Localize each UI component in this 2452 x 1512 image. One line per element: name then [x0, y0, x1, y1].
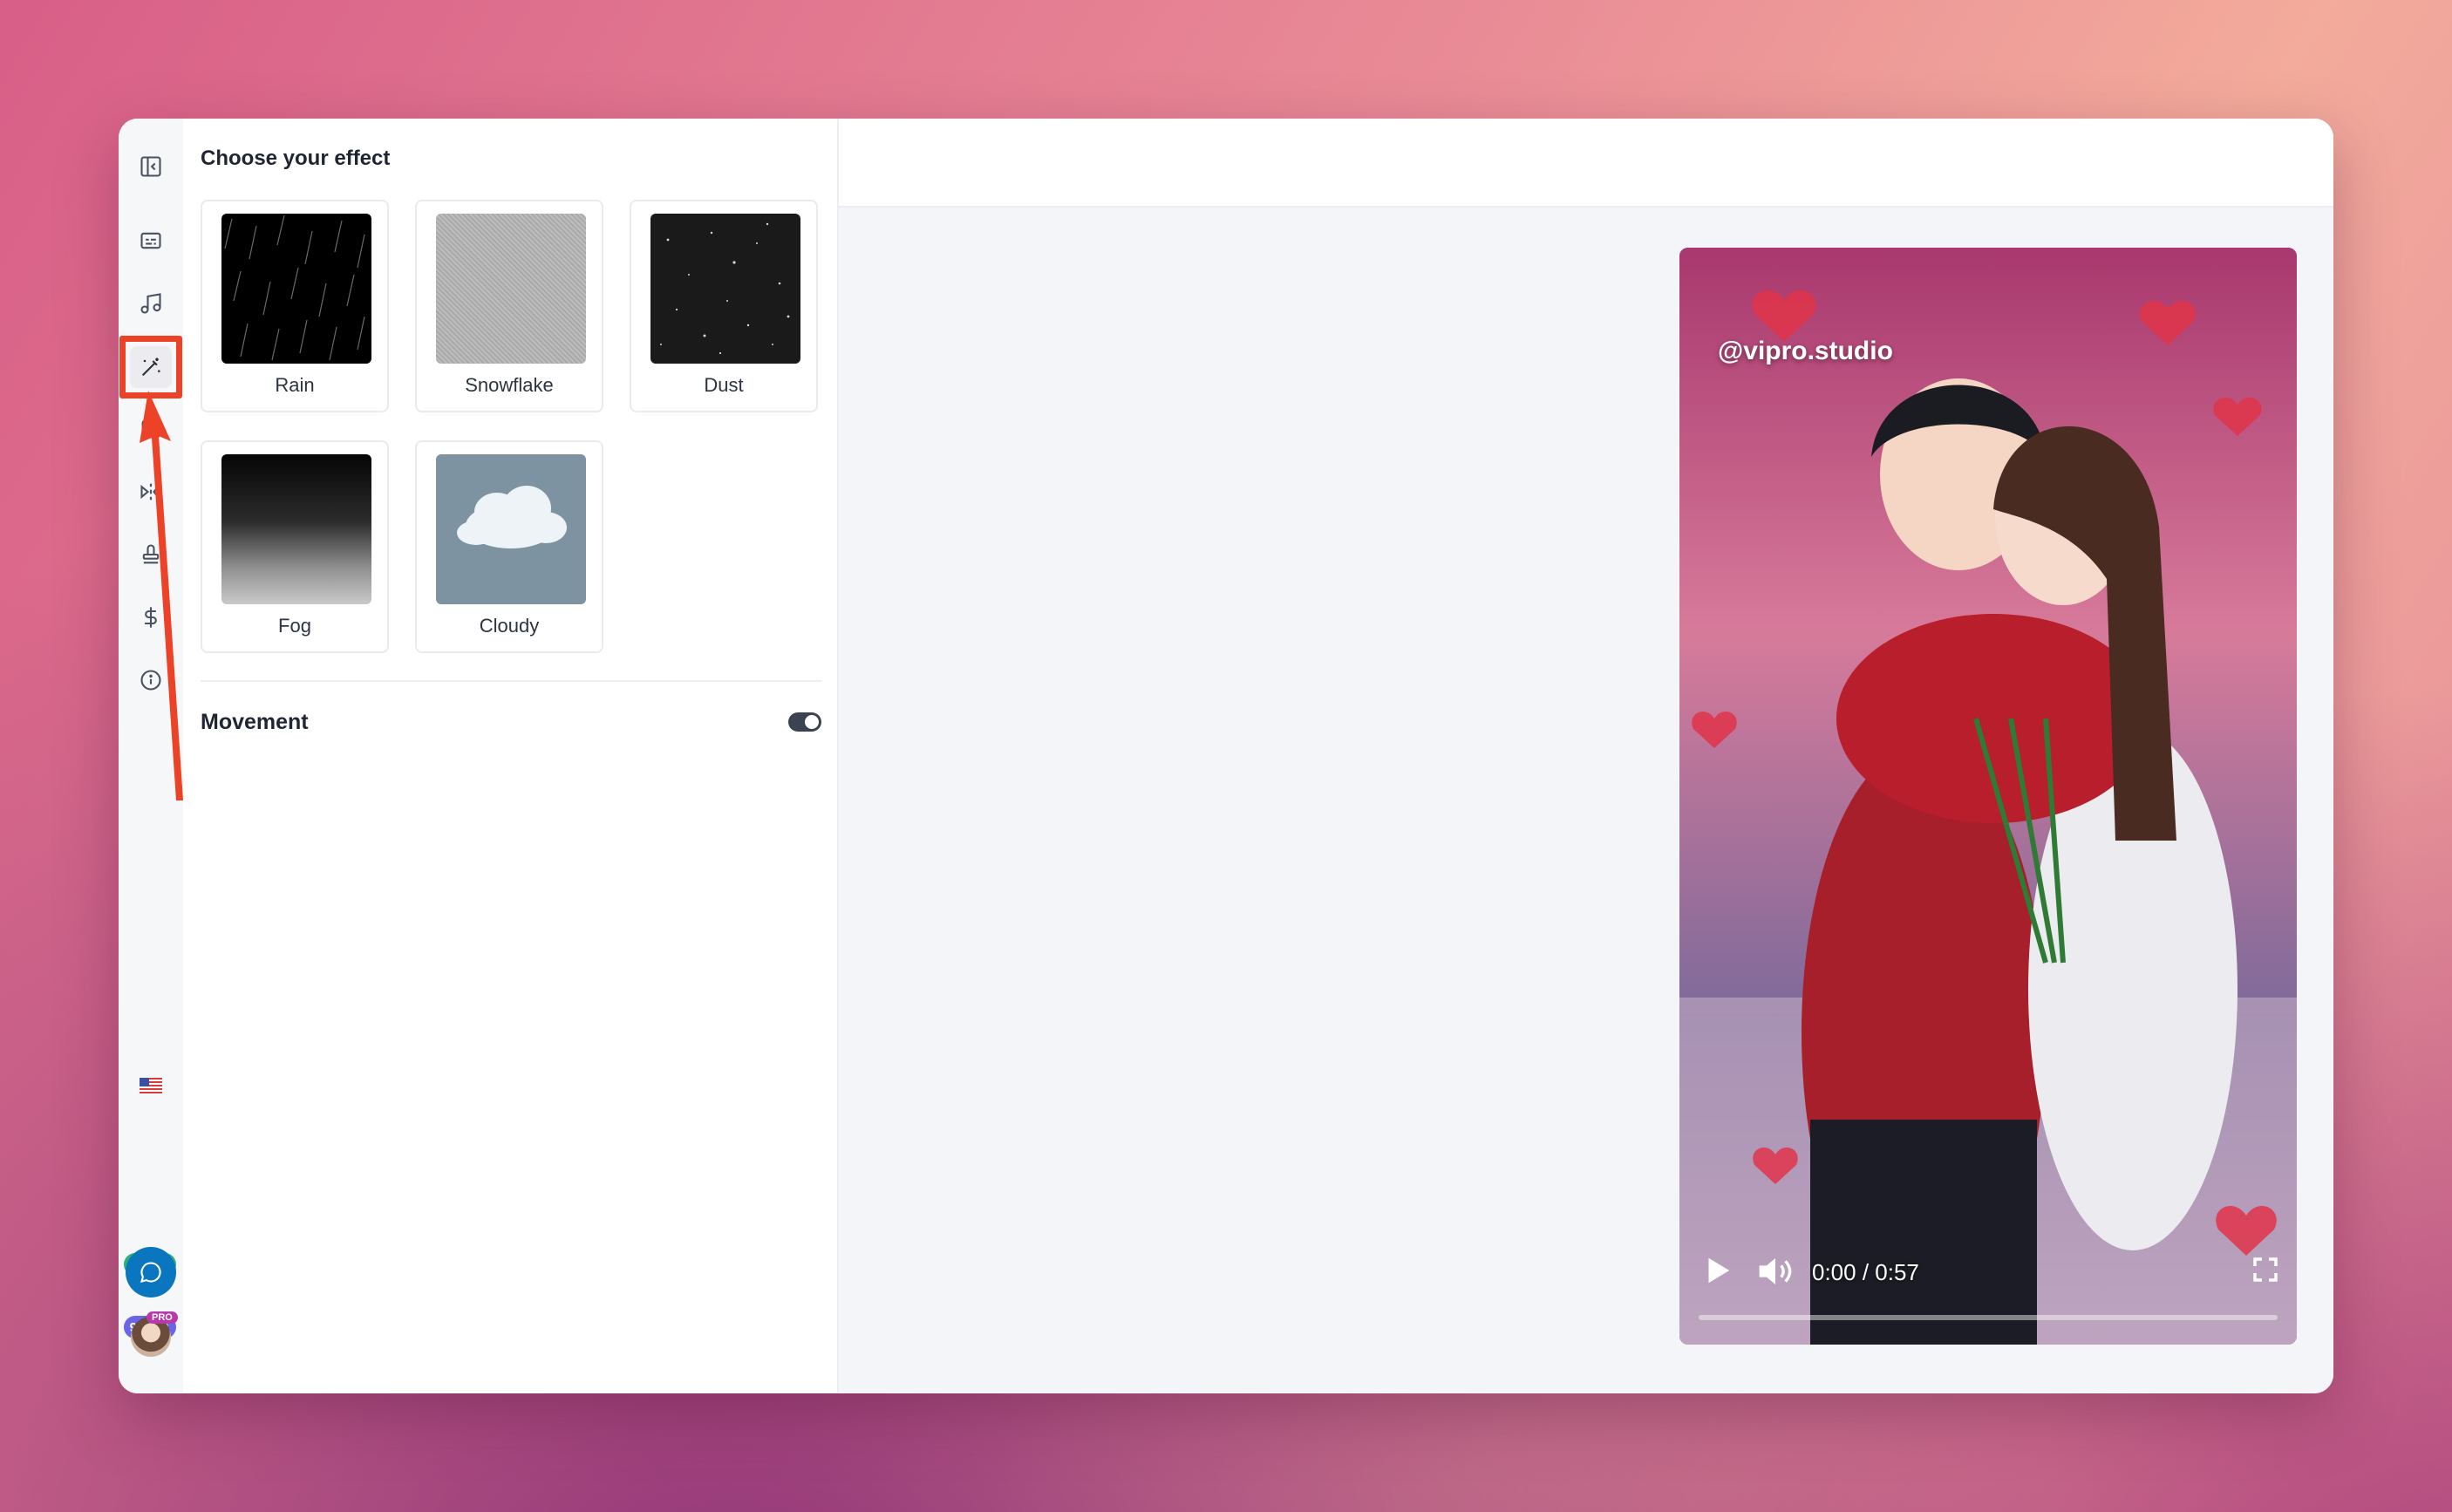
dust-pattern-icon — [660, 222, 790, 355]
chat-button[interactable] — [126, 1247, 176, 1297]
divider — [201, 680, 821, 682]
rain-thumbnail — [221, 214, 371, 364]
effect-card-rain[interactable]: Rain — [201, 200, 389, 412]
effect-label: Snowflake — [465, 374, 554, 396]
effect-card-dust[interactable]: Dust — [630, 200, 818, 412]
panel-title: Choose your effect — [201, 146, 391, 170]
dust-thumbnail — [650, 214, 800, 364]
effect-card-fog[interactable]: Fog — [201, 440, 389, 653]
pro-badge: PRO — [146, 1311, 178, 1324]
video-player[interactable]: @vipro.studio 0:00 / 0:57 — [1679, 248, 2297, 1345]
top-bar — [839, 119, 2333, 208]
toggle-knob — [805, 715, 819, 729]
chat-bubble-icon — [140, 1262, 161, 1283]
fog-thumbnail — [221, 454, 371, 604]
snowflake-thumbnail — [436, 214, 586, 364]
captions-button[interactable] — [130, 220, 172, 262]
movement-label: Movement — [201, 710, 309, 734]
movement-toggle[interactable] — [788, 712, 821, 732]
icon-rail: 922 9.7K PRO — [119, 119, 183, 1393]
app-window: 922 9.7K PRO Choose your effect — [119, 119, 2333, 1393]
preview-area: @vipro.studio 0:00 / 0:57 — [839, 119, 2333, 1393]
cloud-icon — [457, 486, 567, 548]
us-flag-icon[interactable] — [140, 1078, 162, 1093]
rain-pattern-icon — [224, 215, 365, 361]
captions-icon — [140, 232, 161, 249]
effect-card-cloudy[interactable]: Cloudy — [415, 440, 603, 653]
effect-card-snowflake[interactable]: Snowflake — [415, 200, 603, 412]
effect-label: Dust — [704, 374, 744, 396]
watermark-handle: @vipro.studio — [1718, 337, 1893, 365]
effect-label: Fog — [278, 615, 311, 637]
panel-collapse-icon — [140, 156, 161, 177]
music-note-icon — [140, 293, 161, 314]
highlight-box — [119, 336, 182, 398]
volume-icon[interactable] — [1756, 1254, 1795, 1289]
time-display: 0:00 / 0:57 — [1812, 1259, 1919, 1285]
video-frame-illustration — [1679, 248, 2297, 1345]
music-button[interactable] — [130, 283, 172, 324]
progress-bar[interactable] — [1699, 1315, 2278, 1320]
play-icon[interactable] — [1700, 1254, 1733, 1287]
cloudy-thumbnail — [436, 454, 586, 604]
effects-panel: Choose your effect Rain Snowflake Dust F… — [183, 119, 839, 1393]
effect-label: Cloudy — [479, 615, 540, 637]
fullscreen-icon[interactable] — [2251, 1256, 2279, 1284]
sidebar-toggle-button[interactable] — [130, 146, 172, 187]
effect-label: Rain — [275, 374, 315, 396]
